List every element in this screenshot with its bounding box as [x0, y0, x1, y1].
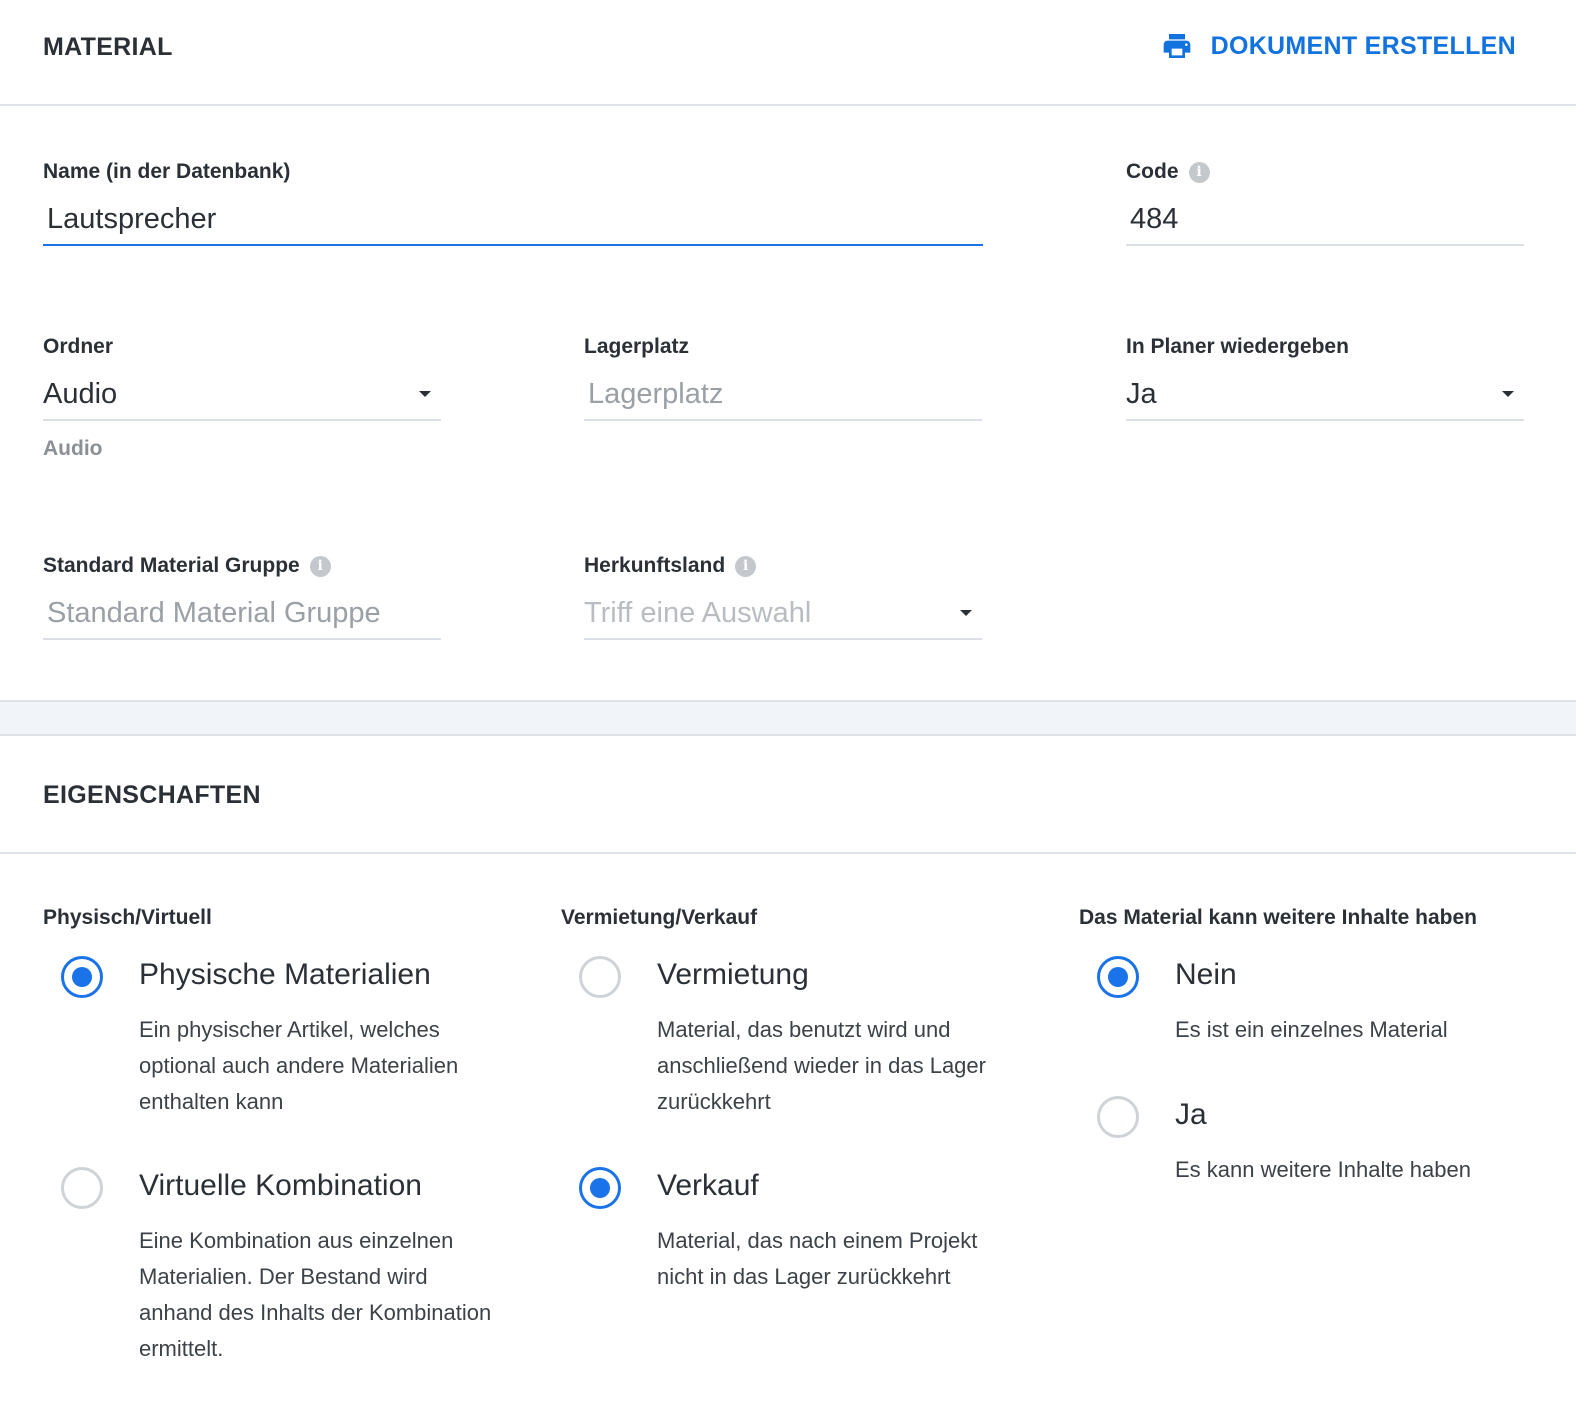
section-divider — [0, 700, 1576, 736]
group-label: Das Material kann weitere Inhalte haben — [1079, 906, 1477, 929]
radio-button[interactable] — [1097, 1096, 1139, 1138]
eigenschaften-header: EIGENSCHAFTEN — [0, 736, 1576, 854]
radio-button[interactable] — [61, 1167, 103, 1209]
gruppe-label: Standard Material Gruppe i — [43, 552, 441, 580]
info-icon[interactable]: i — [1188, 161, 1210, 183]
code-field: Code i 484 — [1126, 158, 1524, 258]
caret-down-icon — [1502, 391, 1514, 397]
caret-down-icon — [960, 610, 972, 616]
name-field: Name (in der Datenbank) Lautsprecher — [43, 158, 983, 258]
option-title: Virtuelle Kombination — [139, 1169, 422, 1202]
info-icon[interactable]: i — [309, 555, 331, 577]
lagerplatz-label: Lagerplatz — [584, 335, 690, 358]
code-label: Code i — [1126, 158, 1524, 186]
printer-icon — [1163, 34, 1190, 58]
ordner-select[interactable]: Audio — [43, 369, 441, 421]
group-label: Physisch/Virtuell — [43, 906, 212, 929]
lagerplatz-field: Lagerplatz Lagerplatz — [584, 333, 982, 433]
option-description: Material, das nach einem Projekt nicht i… — [657, 1228, 978, 1289]
planer-select[interactable]: Ja — [1126, 369, 1524, 421]
option-title: Verkauf — [657, 1169, 759, 1202]
group-label: Vermietung/Verkauf — [561, 906, 758, 929]
radio-button[interactable] — [579, 956, 621, 998]
material-header: MATERIAL DOKUMENT ERSTELLEN — [0, 0, 1576, 106]
option-title: Physische Materialien — [139, 958, 431, 991]
code-input[interactable]: 484 — [1126, 194, 1524, 246]
create-document-button[interactable]: DOKUMENT ERSTELLEN — [1161, 30, 1516, 62]
option-title: Vermietung — [657, 958, 809, 991]
option-description: Eine Kombination aus einzelnen Materiali… — [139, 1228, 492, 1361]
ordner-helper-text: Audio — [43, 437, 103, 460]
create-document-label: DOKUMENT ERSTELLEN — [1210, 31, 1516, 60]
option-description: Es ist ein einzelnes Material — [1175, 1017, 1448, 1042]
option-title: Nein — [1175, 958, 1237, 991]
herkunft-label: Herkunftsland i — [584, 552, 982, 580]
name-label: Name (in der Datenbank) — [43, 160, 291, 183]
name-input[interactable]: Lautsprecher — [43, 194, 983, 246]
radio-button[interactable] — [61, 956, 103, 998]
herkunft-select[interactable]: Triff eine Auswahl — [584, 588, 982, 640]
planer-label: In Planer wiedergeben — [1126, 335, 1349, 358]
info-icon[interactable]: i — [735, 555, 757, 577]
physisch-virtuell-group: Physisch/Virtuell Physische Materialien … — [43, 906, 523, 1361]
ordner-label: Ordner — [43, 335, 114, 358]
option-description: Material, das benutzt wird und anschließ… — [657, 1017, 986, 1114]
option-description: Ein physischer Artikel, welches optional… — [139, 1017, 459, 1114]
radio-button[interactable] — [579, 1167, 621, 1209]
radio-button[interactable] — [1097, 956, 1139, 998]
gruppe-input[interactable]: Standard Material Gruppe — [43, 588, 441, 640]
option-description: Es kann weitere Inhalte haben — [1175, 1157, 1471, 1182]
ordner-field: Ordner Audio Audio — [43, 333, 441, 483]
option-title: Ja — [1175, 1098, 1207, 1131]
weitere-inhalte-group: Das Material kann weitere Inhalte haben … — [1079, 906, 1559, 1182]
planer-field: In Planer wiedergeben Ja — [1126, 333, 1524, 433]
herkunft-field: Herkunftsland i Triff eine Auswahl — [584, 552, 982, 652]
lagerplatz-input[interactable]: Lagerplatz — [584, 369, 982, 421]
eigenschaften-title: EIGENSCHAFTEN — [43, 781, 261, 809]
material-title: MATERIAL — [43, 33, 173, 61]
caret-down-icon — [419, 391, 431, 397]
gruppe-field: Standard Material Gruppe i Standard Mate… — [43, 552, 441, 652]
vermietung-verkauf-group: Vermietung/Verkauf Vermietung Material, … — [561, 906, 1041, 1289]
